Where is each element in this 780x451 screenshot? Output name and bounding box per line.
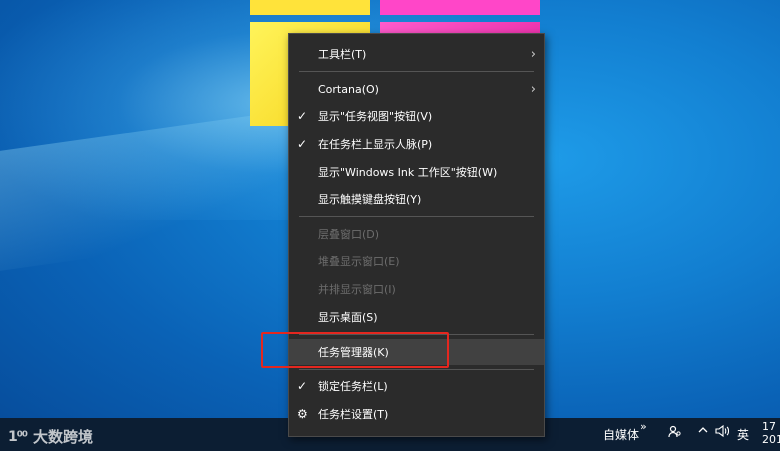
- taskbar-context-menu: 工具栏(T) › Cortana(O) › ✓ 显示"任务视图"按钮(V) ✓ …: [288, 33, 545, 437]
- menu-item-label: 显示触摸键盘按钮(Y): [318, 193, 422, 206]
- menu-item-label: 任务栏设置(T): [318, 408, 389, 421]
- menu-item-show-people[interactable]: ✓ 在任务栏上显示人脉(P): [289, 131, 544, 157]
- menu-item-taskbar-settings[interactable]: ⚙ 任务栏设置(T): [289, 401, 544, 427]
- menu-item-label: 堆叠显示窗口(E): [318, 255, 400, 268]
- menu-item-label: 工具栏(T): [318, 48, 367, 61]
- watermark-logo: 1⁰⁰: [8, 428, 28, 445]
- checkmark-icon: ✓: [297, 137, 308, 151]
- menu-item-label: 并排显示窗口(I): [318, 283, 396, 296]
- menu-item-stack-windows: 堆叠显示窗口(E): [289, 248, 544, 274]
- highlight-box: [261, 332, 449, 368]
- menu-item-label: 显示"Windows Ink 工作区"按钮(W): [318, 166, 498, 179]
- menu-item-cascade-windows: 层叠窗口(D): [289, 221, 544, 247]
- menu-item-label: 层叠窗口(D): [318, 228, 380, 241]
- clock[interactable]: 17 2019: [762, 420, 780, 446]
- menu-item-toolbars[interactable]: 工具栏(T) ›: [289, 41, 544, 67]
- people-icon[interactable]: [668, 425, 682, 443]
- menu-item-label: 显示"任务视图"按钮(V): [318, 110, 433, 123]
- menu-item-show-windows-ink[interactable]: 显示"Windows Ink 工作区"按钮(W): [289, 159, 544, 185]
- menu-item-label: 锁定任务栏(L): [318, 380, 388, 393]
- menu-item-label: 显示桌面(S): [318, 311, 378, 324]
- clock-time: 17: [762, 420, 776, 433]
- watermark: 1⁰⁰ 大数跨境: [8, 426, 93, 447]
- menu-item-lock-taskbar[interactable]: ✓ 锁定任务栏(L): [289, 373, 544, 399]
- wallpaper-tile-pink-top: [380, 0, 540, 15]
- menu-item-show-task-view[interactable]: ✓ 显示"任务视图"按钮(V): [289, 103, 544, 129]
- wallpaper-tile-yellow-top: [250, 0, 370, 15]
- checkmark-icon: ✓: [297, 109, 308, 123]
- chevron-right-icon: ›: [530, 46, 536, 62]
- taskbar-toolbar-label[interactable]: 自媒体: [603, 426, 639, 443]
- menu-item-show-touch-keyboard[interactable]: 显示触摸键盘按钮(Y): [289, 186, 544, 212]
- watermark-text: 大数跨境: [33, 428, 94, 446]
- menu-separator: [299, 71, 534, 72]
- toolbar-overflow-icon[interactable]: »: [640, 420, 647, 433]
- gear-icon: ⚙: [297, 407, 308, 421]
- chevron-right-icon: ›: [530, 81, 536, 97]
- clock-year: 2019: [762, 433, 780, 446]
- chevron-up-icon[interactable]: [697, 424, 709, 439]
- menu-item-cortana[interactable]: Cortana(O) ›: [289, 76, 544, 102]
- ime-indicator[interactable]: 英: [737, 426, 749, 443]
- menu-item-label: 在任务栏上显示人脉(P): [318, 138, 433, 151]
- checkmark-icon: ✓: [297, 379, 308, 393]
- menu-item-label: Cortana(O): [318, 82, 379, 96]
- menu-separator: [299, 369, 534, 370]
- menu-separator: [299, 216, 534, 217]
- menu-item-show-desktop[interactable]: 显示桌面(S): [289, 304, 544, 330]
- menu-item-side-by-side: 并排显示窗口(I): [289, 276, 544, 302]
- speaker-icon[interactable]: [715, 424, 731, 441]
